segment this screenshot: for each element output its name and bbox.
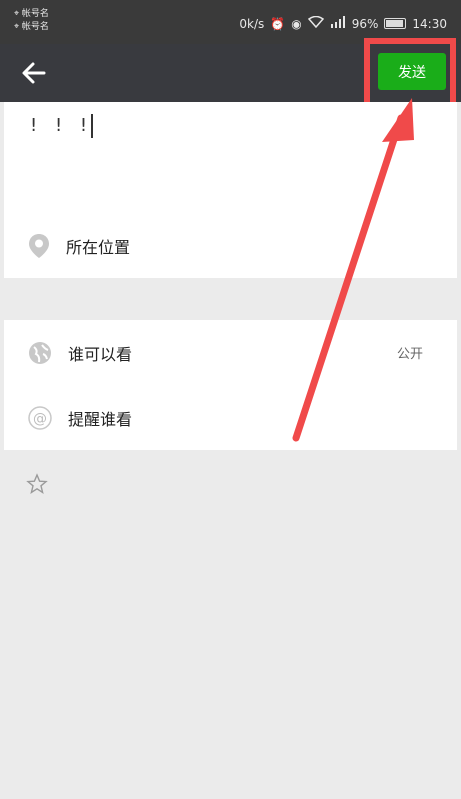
status-notification-1: ⌖ 帐号名 [14,9,49,19]
screen: ⌖ 帐号名 ⌖ 帐号名 0k/s ⏰ ◉ 96% 14:30 发送 ! ! ! … [0,0,461,799]
at-icon: @ [28,405,52,430]
visibility-row[interactable]: 谁可以看 公开 [4,320,457,385]
options-group: 谁可以看 公开 @ 提醒谁看 [4,320,457,450]
star-icon [26,473,48,495]
arrow-left-icon [22,62,46,84]
text-caret [91,114,94,138]
battery-percent: 96% [351,16,379,31]
compose-input-text: ! ! ! [30,115,94,136]
wifi-icon [307,15,324,31]
mention-row[interactable]: @ 提醒谁看 [4,385,457,450]
location-label: 所在位置 [66,238,131,257]
alarm-icon: ⏰ [270,16,286,31]
eye-icon: ◉ [291,16,302,31]
battery-icon [384,18,407,29]
location-row[interactable]: 所在位置 [4,214,457,278]
back-button[interactable] [18,56,52,90]
svg-text:@: @ [33,411,47,427]
visibility-value: 公开 [396,347,423,362]
visibility-label: 谁可以看 [68,344,133,364]
clock: 14:30 [412,16,447,31]
mention-label: 提醒谁看 [68,409,133,429]
compose-text[interactable]: ! ! ! [30,114,94,138]
status-notification-2: ⌖ 帐号名 [14,22,49,32]
location-pin-icon [29,234,49,258]
status-left: ⌖ 帐号名 ⌖ 帐号名 [14,8,49,34]
network-speed: 0k/s [239,16,265,31]
favorite-option[interactable] [26,473,48,495]
signal-icon [330,16,346,31]
globe-icon [29,341,51,364]
status-right: 0k/s ⏰ ◉ 96% 14:30 [239,15,447,31]
